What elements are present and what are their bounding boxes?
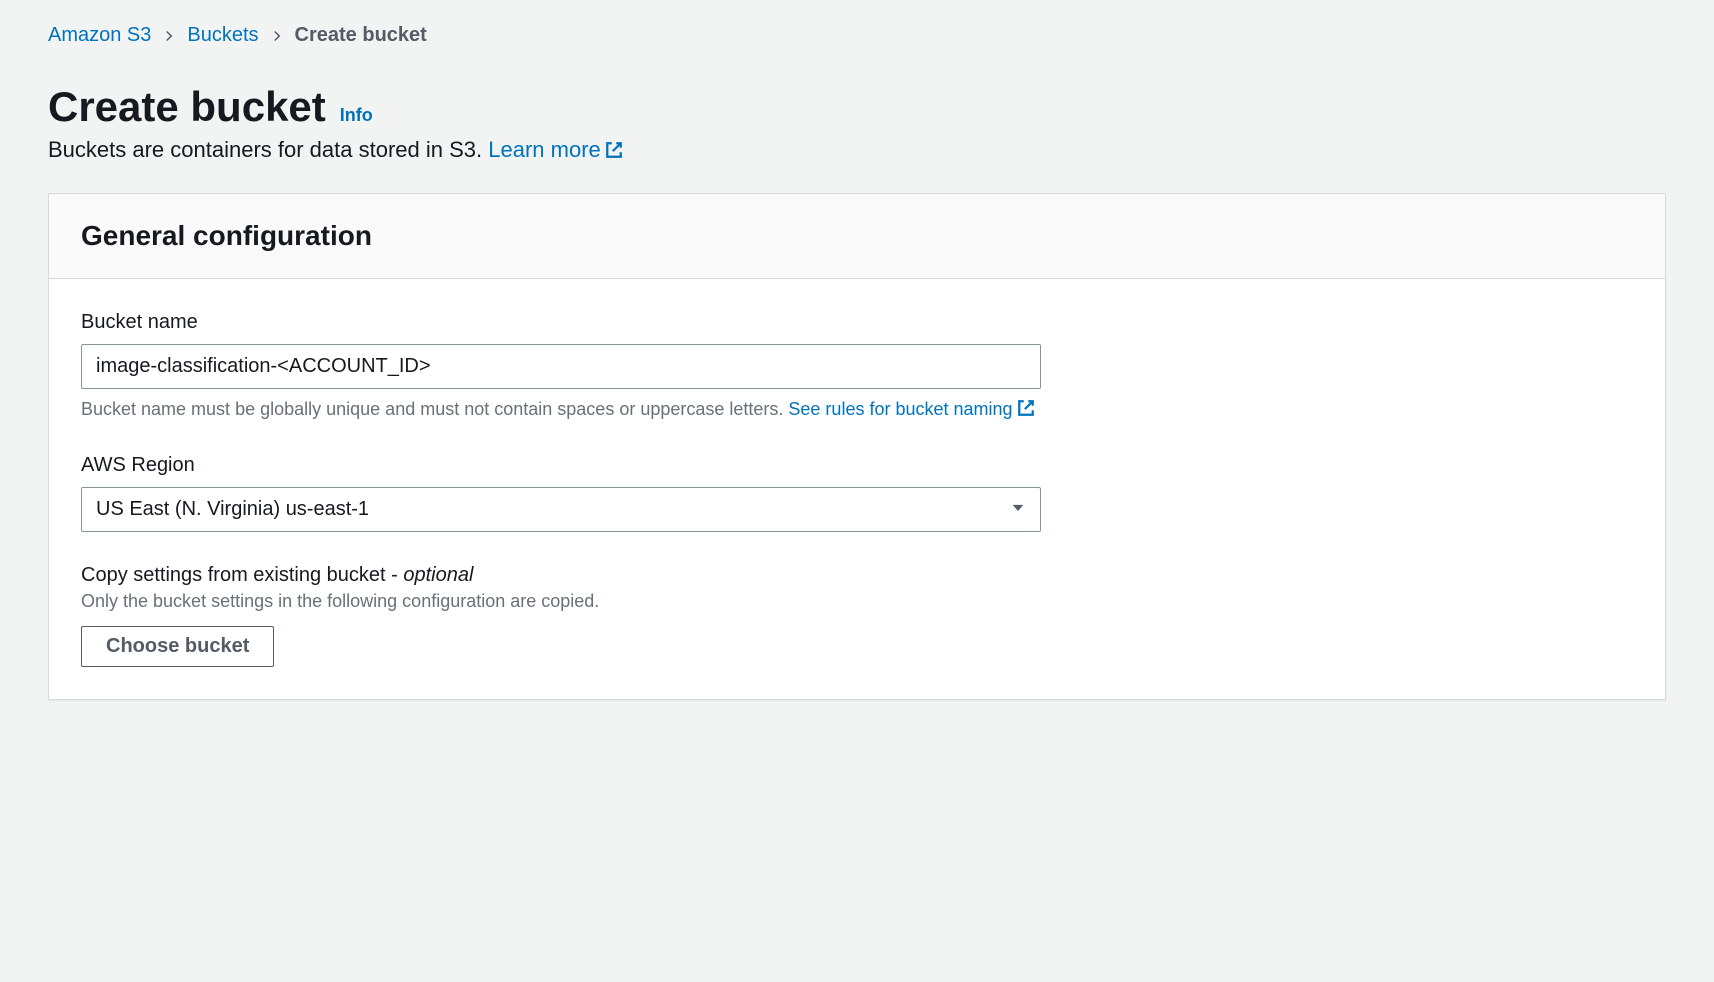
choose-bucket-button[interactable]: Choose bucket [81, 626, 274, 667]
breadcrumb-current: Create bucket [295, 24, 427, 47]
bucket-name-label: Bucket name [81, 311, 1633, 334]
chevron-right-icon [163, 30, 175, 42]
general-configuration-panel: General configuration Bucket name Bucket… [48, 193, 1666, 700]
copy-settings-label: Copy settings from existing bucket - opt… [81, 564, 1633, 587]
copy-settings-optional: optional [403, 564, 473, 586]
panel-title: General configuration [81, 220, 1633, 252]
panel-body: Bucket name Bucket name must be globally… [49, 279, 1665, 699]
page-header: Create bucket Info Buckets are container… [48, 83, 1666, 165]
aws-region-select[interactable]: US East (N. Virginia) us-east-1 [81, 487, 1041, 532]
bucket-name-input[interactable] [81, 344, 1041, 389]
bucket-name-hint-text: Bucket name must be globally unique and … [81, 399, 788, 419]
panel-header: General configuration [49, 194, 1665, 279]
info-link[interactable]: Info [340, 105, 373, 126]
bucket-name-hint: Bucket name must be globally unique and … [81, 399, 1633, 422]
chevron-right-icon [271, 30, 283, 42]
breadcrumb-link-buckets[interactable]: Buckets [187, 24, 258, 47]
breadcrumb-link-amazon-s3[interactable]: Amazon S3 [48, 24, 151, 47]
external-link-icon [1017, 399, 1035, 422]
copy-settings-label-prefix: Copy settings from existing bucket - [81, 564, 403, 586]
page-title: Create bucket [48, 83, 326, 131]
copy-settings-hint: Only the bucket settings in the followin… [81, 591, 1633, 612]
copy-settings-field: Copy settings from existing bucket - opt… [81, 564, 1633, 667]
page-subtitle-text: Buckets are containers for data stored i… [48, 137, 488, 162]
aws-region-field: AWS Region US East (N. Virginia) us-east… [81, 454, 1633, 532]
breadcrumb: Amazon S3 Buckets Create bucket [48, 24, 1666, 47]
learn-more-link[interactable]: Learn more [488, 137, 623, 162]
page-subtitle: Buckets are containers for data stored i… [48, 137, 1666, 165]
rules-for-bucket-naming-link[interactable]: See rules for bucket naming [788, 399, 1034, 419]
bucket-name-field: Bucket name Bucket name must be globally… [81, 311, 1633, 422]
aws-region-label: AWS Region [81, 454, 1633, 477]
external-link-icon [605, 139, 623, 165]
